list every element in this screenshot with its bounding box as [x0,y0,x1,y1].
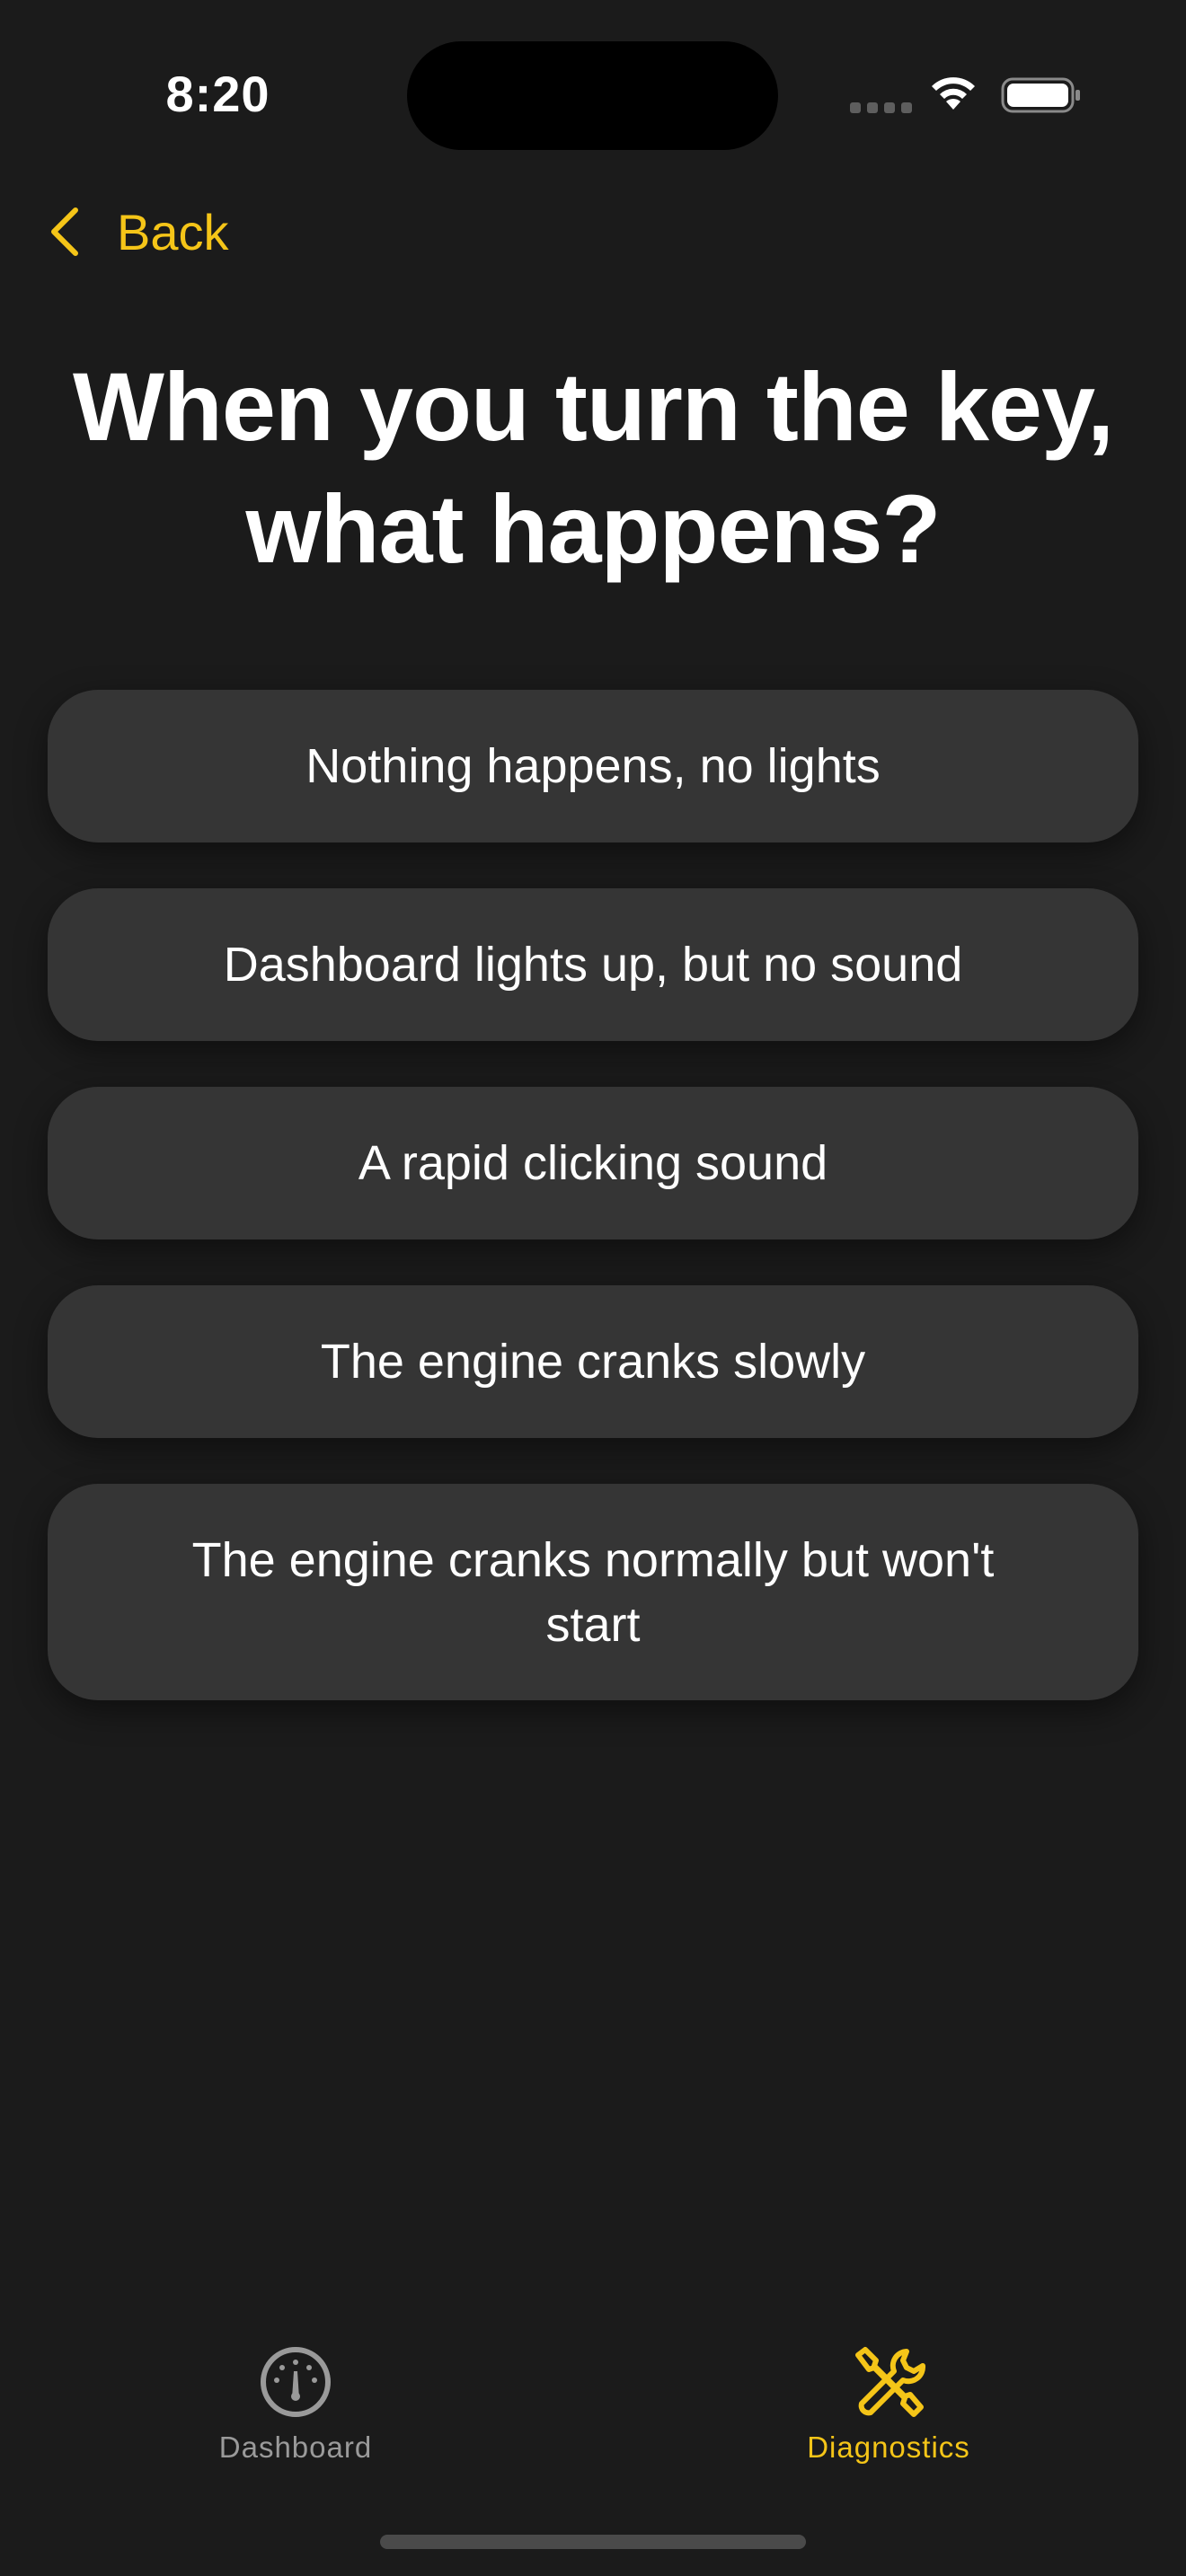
wrench-screwdriver-icon [855,2347,926,2417]
back-button[interactable]: Back [45,198,229,266]
speedometer-icon [261,2347,331,2417]
back-label: Back [117,203,229,260]
status-bar: 8:20 [0,0,1186,180]
answer-list: Nothing happens, no lights Dashboard lig… [48,690,1138,1700]
answer-option-dashboard-lights[interactable]: Dashboard lights up, but no sound [48,888,1138,1041]
answer-option-rapid-clicking[interactable]: A rapid clicking sound [48,1087,1138,1239]
home-indicator [380,2535,806,2549]
dynamic-island [407,41,778,150]
answer-option-cranks-slowly[interactable]: The engine cranks slowly [48,1285,1138,1438]
tab-label-diagnostics: Diagnostics [807,2430,970,2464]
tab-label-dashboard: Dashboard [218,2430,373,2464]
status-time: 8:20 [165,66,270,122]
question-title: When you turn the key, what happens? [72,352,1114,583]
cellular-dots-icon [850,102,912,113]
wifi-icon [932,77,975,110]
battery-icon [1001,77,1080,113]
tab-diagnostics[interactable]: Diagnostics [754,2344,1023,2465]
answer-option-cranks-normally[interactable]: The engine cranks normally but won't sta… [48,1484,1138,1700]
answer-option-no-lights[interactable]: Nothing happens, no lights [48,690,1138,842]
tab-dashboard[interactable]: Dashboard [161,2344,430,2465]
chevron-left-icon [51,207,78,256]
